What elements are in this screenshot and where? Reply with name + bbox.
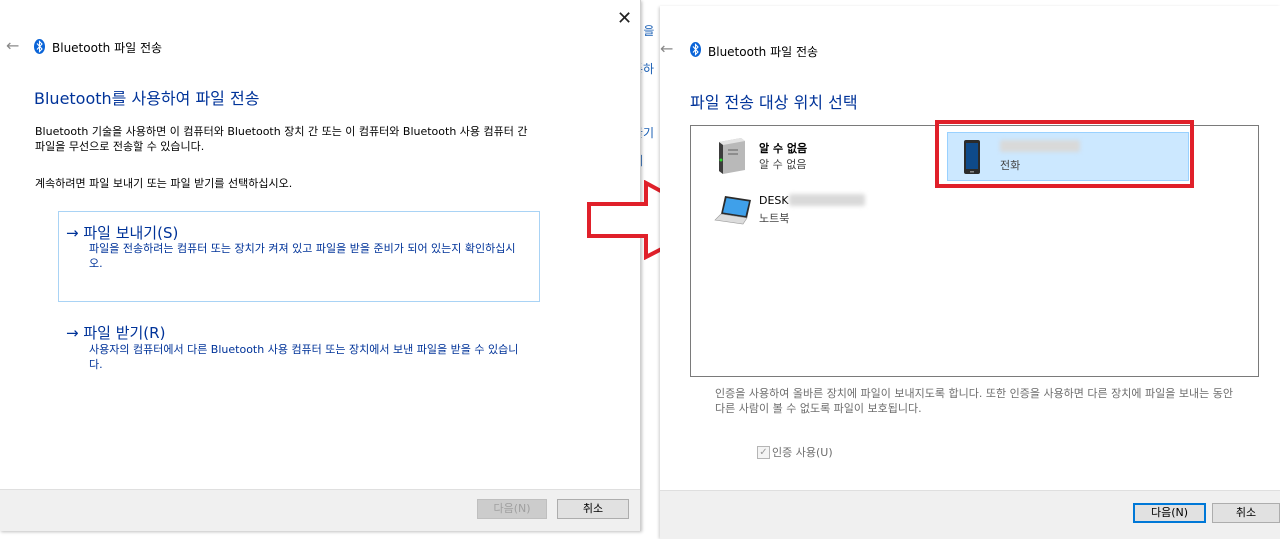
close-button[interactable]: ✕ bbox=[617, 10, 632, 28]
use-auth-checkbox[interactable]: ✓ 인증 사용(U) bbox=[757, 445, 877, 461]
background-gap bbox=[640, 0, 660, 538]
back-arrow-icon[interactable]: ← bbox=[6, 38, 19, 54]
device-type: 알 수 없음 bbox=[759, 158, 807, 171]
dialog-footer: 다음(N) 취소 bbox=[0, 489, 640, 531]
instruction-text: 계속하려면 파일 보내기 또는 파일 받기를 선택하십시오. bbox=[35, 177, 293, 190]
dialog-header-title: Bluetooth 파일 전송 bbox=[52, 41, 163, 55]
dialog-footer: 다음(N) 취소 bbox=[660, 490, 1280, 539]
tower-pc-icon bbox=[719, 138, 745, 174]
send-files-description: 파일을 전송하려는 컴퓨터 또는 장치가 켜져 있고 파일을 받을 준비가 되어… bbox=[89, 242, 516, 270]
page-title: Bluetooth를 사용하여 파일 전송 bbox=[34, 89, 260, 108]
device-name: 알 수 없음 bbox=[759, 142, 808, 155]
next-button[interactable]: 다음(N) bbox=[477, 499, 547, 519]
device-item-unknown[interactable]: 알 수 없음 알 수 없음 bbox=[709, 136, 909, 180]
bluetooth-icon bbox=[34, 39, 45, 54]
use-auth-label: 인증 사용(U) bbox=[772, 446, 833, 459]
next-button[interactable]: 다음(N) bbox=[1133, 503, 1206, 523]
page-title: 파일 전송 대상 위치 선택 bbox=[690, 93, 858, 112]
receive-files-command-link[interactable]: → 파일 받기(R) 사용자의 컴퓨터에서 다른 Bluetooth 사용 컴퓨… bbox=[58, 312, 538, 382]
bluetooth-icon bbox=[690, 42, 701, 57]
description-text: Bluetooth 기술을 사용하면 이 컴퓨터와 Bluetooth 장치 간… bbox=[35, 125, 528, 153]
red-highlight-box bbox=[935, 120, 1194, 188]
cancel-button[interactable]: 취소 bbox=[1212, 503, 1280, 523]
auth-note: 인증을 사용하여 올바른 장치에 파일이 보내지도록 합니다. 또한 인증을 사… bbox=[715, 387, 1233, 415]
device-type: 노트북 bbox=[759, 212, 790, 225]
bluetooth-transfer-dialog-right: ← Bluetooth 파일 전송 파일 전송 대상 위치 선택 알 수 없음 … bbox=[660, 6, 1280, 539]
cancel-button[interactable]: 취소 bbox=[557, 499, 629, 519]
device-item-laptop[interactable]: DESK 노트북 bbox=[709, 190, 909, 234]
receive-files-description: 사용자의 컴퓨터에서 다른 Bluetooth 사용 컴퓨터 또는 장치에서 보… bbox=[89, 343, 519, 371]
device-name: DESK bbox=[759, 194, 789, 207]
bluetooth-transfer-dialog-left: ✕ ← Bluetooth 파일 전송 Bluetooth를 사용하여 파일 전… bbox=[0, 0, 641, 531]
laptop-icon bbox=[714, 196, 751, 225]
dialog-header-title: Bluetooth 파일 전송 bbox=[708, 45, 819, 59]
checkbox-check-icon: ✓ bbox=[757, 446, 770, 459]
send-files-title: → 파일 보내기(S) bbox=[66, 224, 179, 242]
redacted-device-name bbox=[789, 194, 865, 206]
back-arrow-icon[interactable]: ← bbox=[660, 41, 673, 57]
send-files-command-link[interactable]: → 파일 보내기(S) 파일을 전송하려는 컴퓨터 또는 장치가 켜져 있고 파… bbox=[58, 211, 540, 302]
receive-files-title: → 파일 받기(R) bbox=[66, 324, 166, 342]
